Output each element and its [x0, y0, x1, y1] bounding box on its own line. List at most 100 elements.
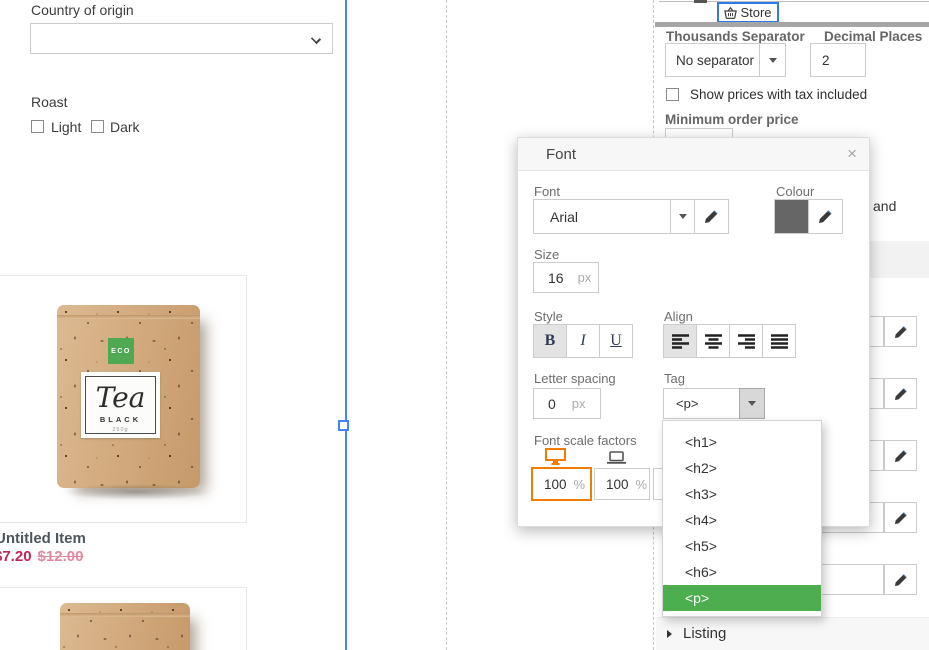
- font-family-select[interactable]: Arial: [533, 199, 695, 234]
- bold-button[interactable]: B: [533, 324, 567, 358]
- dropdown-arrow-icon: [769, 58, 777, 63]
- align-center-button[interactable]: [696, 324, 730, 358]
- country-of-origin-label: Country of origin: [31, 2, 134, 18]
- close-icon[interactable]: ×: [847, 144, 857, 164]
- tax-included-label: Show prices with tax included: [690, 87, 867, 102]
- thousands-separator-select[interactable]: No separator: [665, 43, 786, 77]
- font-field-label: Font: [534, 184, 560, 199]
- tag-option-h2[interactable]: <h2>: [663, 455, 821, 481]
- tag-value: <p>: [676, 396, 698, 411]
- pencil-icon: [894, 511, 908, 525]
- tag-label: Tag: [664, 371, 685, 386]
- thousands-separator-label: Thousands Separator: [666, 29, 805, 44]
- laptop-icon: [607, 451, 626, 464]
- decimal-places-label: Decimal Places: [824, 29, 922, 44]
- thousands-separator-value: No separator: [676, 53, 754, 68]
- align-justify-button[interactable]: [762, 324, 796, 358]
- dropdown-arrow-icon: [748, 401, 756, 406]
- tea-label-name: Tea: [86, 383, 155, 413]
- edit-font-button[interactable]: [884, 316, 917, 347]
- underline-glyph: U: [610, 332, 622, 350]
- letter-spacing-label: Letter spacing: [534, 371, 616, 386]
- edit-colour-button[interactable]: [808, 199, 843, 234]
- clipped-text-fragment: and: [873, 198, 896, 214]
- tea-label: Tea BLACK 250g: [81, 372, 160, 438]
- scale-unit: %: [574, 477, 586, 492]
- store-basket-icon: [724, 7, 737, 19]
- bag-shadow: [62, 484, 212, 500]
- size-value: 16: [548, 270, 564, 286]
- pencil-icon: [894, 325, 908, 339]
- product-title[interactable]: Untitled Item: [0, 530, 86, 547]
- underline-button[interactable]: U: [599, 324, 633, 358]
- dialog-title: Font: [546, 146, 576, 163]
- eco-badge: ECO: [108, 338, 134, 364]
- listing-label: Listing: [683, 625, 726, 642]
- letter-spacing-input[interactable]: 0 px: [533, 388, 601, 419]
- scale-desktop-value: 100: [544, 477, 567, 492]
- tab-store-label: Store: [740, 5, 771, 20]
- align-label: Align: [664, 309, 693, 324]
- align-left-button[interactable]: [663, 324, 697, 358]
- italic-glyph: I: [580, 332, 585, 350]
- tax-included-checkbox[interactable]: [666, 88, 679, 101]
- colour-label: Colour: [776, 184, 814, 199]
- edit-font-family-button[interactable]: [694, 199, 729, 234]
- pencil-icon: [704, 209, 719, 224]
- font-scale-factors-label: Font scale factors: [534, 433, 637, 448]
- roast-light-label: Light: [51, 119, 81, 135]
- size-label: Size: [534, 247, 559, 262]
- dropdown-arrow-icon: [679, 214, 687, 219]
- product-image-tea-bag: ECO Tea BLACK 250g: [57, 305, 200, 488]
- size-unit: px: [578, 270, 592, 285]
- size-input[interactable]: 16 px: [533, 262, 599, 293]
- country-of-origin-select[interactable]: [30, 23, 333, 54]
- page-editor-canvas: Country of origin Roast Light Dark ECO T…: [0, 0, 929, 650]
- align-left-icon: [672, 334, 689, 349]
- align-right-button[interactable]: [729, 324, 763, 358]
- align-right-icon: [738, 334, 755, 349]
- edit-font-button[interactable]: [884, 440, 917, 471]
- roast-dark-checkbox[interactable]: [91, 120, 104, 133]
- layout-guide-dashed: [446, 0, 447, 650]
- tag-select[interactable]: <p>: [663, 388, 740, 419]
- tag-select-arrow-button[interactable]: [739, 388, 765, 419]
- pencil-icon: [894, 449, 908, 463]
- clipped-icon-fragment: [694, 0, 707, 3]
- tag-option-h4[interactable]: <h4>: [663, 507, 821, 533]
- style-label: Style: [534, 309, 563, 324]
- tag-option-p[interactable]: <p>: [663, 585, 821, 611]
- tab-store[interactable]: Store: [717, 2, 779, 23]
- tag-option-h1[interactable]: <h1>: [663, 429, 821, 455]
- font-family-value: Arial: [550, 209, 578, 225]
- italic-button[interactable]: I: [566, 324, 600, 358]
- roast-label: Roast: [31, 94, 68, 110]
- product-price: $7.20: [0, 548, 32, 565]
- tag-option-h5[interactable]: <h5>: [663, 533, 821, 559]
- product-old-price: $12.00: [38, 548, 84, 565]
- tea-label-weight: 250g: [86, 427, 155, 433]
- scale-unit: %: [636, 477, 648, 492]
- pencil-icon: [894, 387, 908, 401]
- tag-option-h3[interactable]: <h3>: [663, 481, 821, 507]
- product-price-row: $7.20 $12.00: [0, 548, 83, 566]
- selection-resize-handle[interactable]: [338, 420, 349, 431]
- align-center-icon: [705, 334, 722, 349]
- colour-swatch[interactable]: [774, 199, 809, 234]
- tea-label-variant: BLACK: [86, 415, 155, 424]
- bold-glyph: B: [545, 332, 556, 350]
- section-listing[interactable]: Listing: [667, 625, 726, 642]
- edit-font-button[interactable]: [884, 378, 917, 409]
- decimal-places-input[interactable]: 2: [810, 43, 866, 77]
- product-image-tea-bag: [60, 603, 190, 650]
- scale-laptop-input[interactable]: 100 %: [594, 468, 650, 500]
- tag-option-h6[interactable]: <h6>: [663, 559, 821, 585]
- scale-desktop-input[interactable]: 100 %: [531, 467, 592, 501]
- scale-laptop-value: 100: [606, 477, 629, 492]
- edit-font-button[interactable]: [884, 502, 917, 533]
- caret-right-icon: [667, 630, 672, 638]
- roast-light-checkbox[interactable]: [31, 120, 44, 133]
- tag-dropdown-list: <h1> <h2> <h3> <h4> <h5> <h6> <p>: [662, 420, 822, 617]
- edit-font-button[interactable]: [884, 564, 917, 595]
- chevron-down-icon: [311, 34, 321, 44]
